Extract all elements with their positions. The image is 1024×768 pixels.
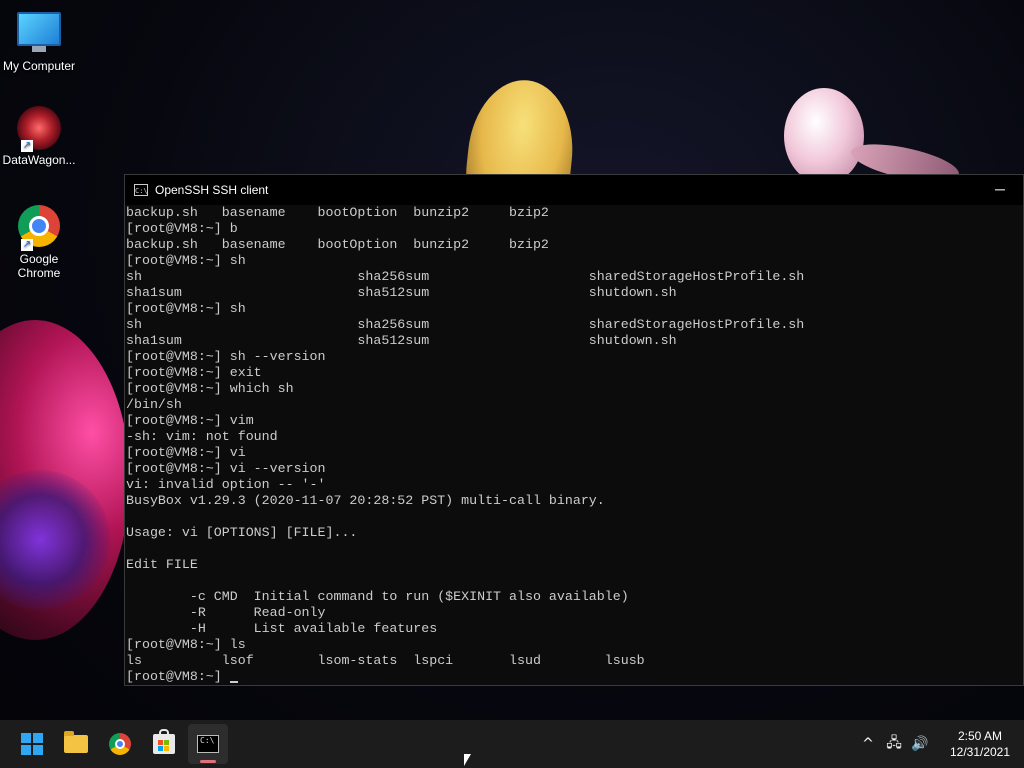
datawagon-star-icon: ↗ (17, 106, 61, 152)
taskbar-chrome[interactable] (100, 724, 140, 764)
terminal-line: [root@VM8:~] which sh (126, 381, 294, 396)
terminal-line: -c CMD Initial command to run ($EXINIT a… (126, 589, 629, 604)
clock-date: 12/31/2021 (949, 745, 1011, 759)
folder-icon (64, 731, 88, 753)
chrome-icon (109, 733, 131, 755)
chrome-icon: ↗ (17, 205, 61, 251)
terminal-line: [root@VM8:~] vi --version (126, 461, 326, 476)
terminal-line: vi: invalid option -- '-' (126, 477, 326, 492)
terminal-icon: C:\ (197, 735, 219, 753)
terminal-prompt-line[interactable]: [root@VM8:~] (126, 669, 1023, 685)
terminal-line: sh sha256sum sharedStorageHostProfile.sh (126, 317, 805, 332)
terminal-cursor (229, 681, 238, 683)
start-button[interactable] (12, 724, 52, 764)
chevron-up-icon[interactable]: ^ (856, 736, 880, 752)
terminal-line: sh sha256sum sharedStorageHostProfile.sh (126, 269, 805, 284)
terminal-icon: C:\ (134, 184, 148, 196)
taskbar: C:\ ^ 🖧 🔊 2:50 AM 12/31/2021 (0, 720, 1024, 768)
ssh-terminal-window[interactable]: C:\ OpenSSH SSH client ─ backup.sh basen… (124, 174, 1024, 686)
taskbar-file-explorer[interactable] (56, 724, 96, 764)
terminal-line: /bin/sh (126, 397, 182, 412)
terminal-line: backup.sh basename bootOption bunzip2 bz… (126, 237, 549, 252)
terminal-line: [root@VM8:~] exit (126, 365, 262, 380)
terminal-line: [root@VM8:~] sh (126, 253, 246, 268)
terminal-line: [root@VM8:~] vim (126, 413, 254, 428)
wallpaper-shape-pink (784, 88, 864, 184)
terminal-prompt: [root@VM8:~] (126, 669, 230, 684)
monitor-icon (17, 12, 61, 56)
terminal-line: backup.sh basename bootOption bunzip2 bz… (126, 205, 549, 220)
terminal-line: BusyBox v1.29.3 (2020-11-07 20:28:52 PST… (126, 493, 605, 508)
minimize-button[interactable]: ─ (977, 175, 1023, 205)
terminal-output[interactable]: backup.sh basename bootOption bunzip2 bz… (125, 205, 1023, 685)
shortcut-arrow-icon: ↗ (21, 140, 33, 152)
terminal-line: [root@VM8:~] ls (126, 637, 246, 652)
terminal-line: [root@VM8:~] b (126, 221, 238, 236)
desktop-icon-label: My Computer (2, 59, 76, 73)
taskbar-terminal[interactable]: C:\ (188, 724, 228, 764)
terminal-line: sha1sum sha512sum shutdown.sh (126, 333, 677, 348)
terminal-line: -H List available features (126, 621, 438, 636)
desktop-icon-google-chrome[interactable]: ↗ Google Chrome (0, 205, 81, 280)
terminal-line: sha1sum sha512sum shutdown.sh (126, 285, 677, 300)
volume-icon[interactable]: 🔊 (908, 736, 932, 752)
terminal-line: ls lsof lsom-stats lspci lsud lsusb (126, 653, 645, 668)
system-tray: ^ 🖧 🔊 2:50 AM 12/31/2021 (856, 720, 1024, 768)
desktop-icon-my-computer[interactable]: My Computer (0, 10, 81, 73)
terminal-line: Edit FILE (126, 557, 198, 572)
store-icon (153, 729, 175, 754)
terminal-line: -sh: vim: not found (126, 429, 278, 444)
clock[interactable]: 2:50 AM 12/31/2021 (940, 728, 1020, 760)
terminal-line: [root@VM8:~] sh --version (126, 349, 326, 364)
terminal-line: Usage: vi [OPTIONS] [FILE]... (126, 525, 358, 540)
desktop-icon-label: Google Chrome (17, 252, 61, 280)
taskbar-microsoft-store[interactable] (144, 724, 184, 764)
mouse-pointer-icon (464, 754, 471, 766)
windows-logo-icon (21, 733, 43, 755)
network-icon[interactable]: 🖧 (882, 732, 906, 756)
terminal-line: -R Read-only (126, 605, 326, 620)
clock-time: 2:50 AM (957, 729, 1003, 743)
window-title: OpenSSH SSH client (155, 183, 269, 197)
desktop-icon-label: DataWagon... (2, 153, 76, 167)
window-titlebar[interactable]: C:\ OpenSSH SSH client ─ (125, 175, 1023, 205)
terminal-line: [root@VM8:~] sh (126, 301, 246, 316)
terminal-line: [root@VM8:~] vi (126, 445, 246, 460)
shortcut-arrow-icon: ↗ (21, 239, 33, 251)
desktop-icon-datawagon[interactable]: ↗ DataWagon... (0, 106, 81, 167)
